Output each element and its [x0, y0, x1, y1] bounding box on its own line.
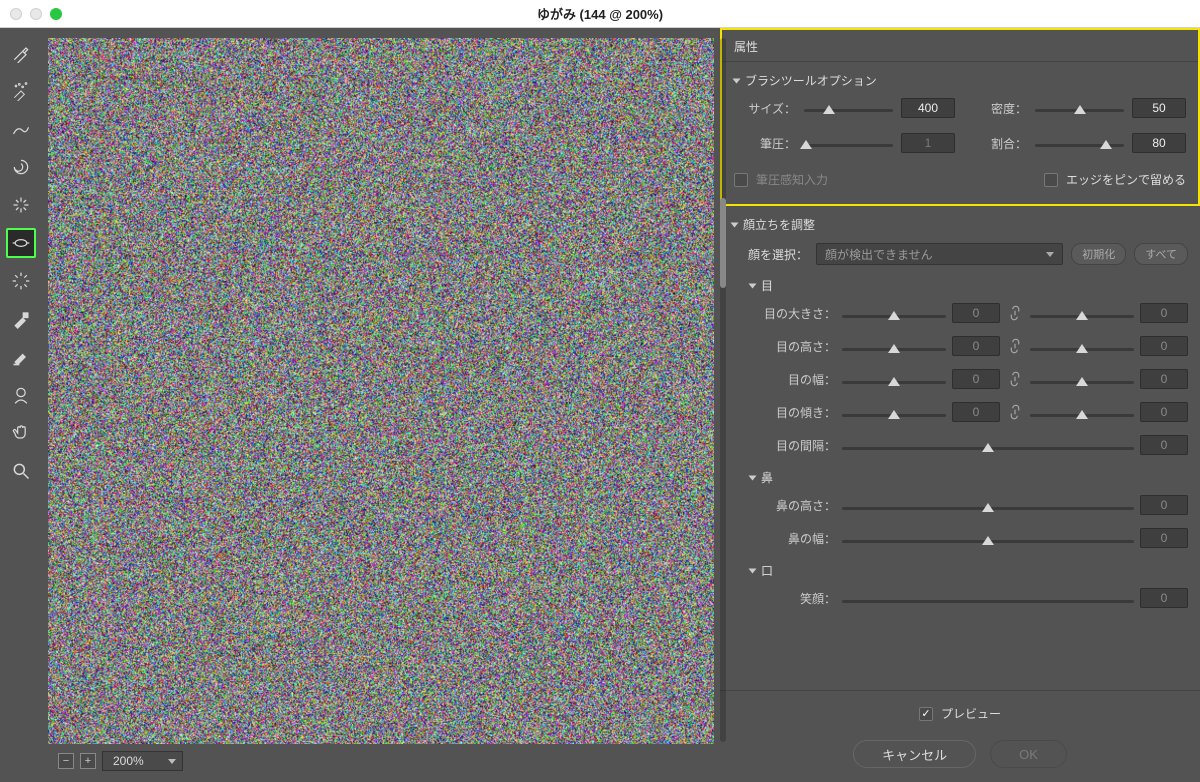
minimize-window-button[interactable]	[30, 8, 42, 20]
traffic-lights	[10, 8, 62, 20]
nose-width-slider[interactable]	[842, 530, 1134, 546]
nose-width-label: 鼻の幅：	[750, 530, 836, 547]
face-adjust-header[interactable]: 顔立ちを調整	[732, 212, 1188, 239]
eye-height-left-slider[interactable]	[842, 338, 946, 354]
nose-height-label: 鼻の高さ：	[750, 497, 836, 514]
eyes-header[interactable]: 目	[750, 273, 1188, 300]
zoom-in-button[interactable]: +	[80, 753, 96, 769]
link-icon[interactable]	[1006, 402, 1024, 422]
preview-row: プレビュー	[919, 701, 1001, 728]
eye-size-label: 目の大きさ：	[750, 305, 836, 322]
hand-tool-icon[interactable]	[6, 418, 36, 448]
zoom-tool-icon[interactable]	[6, 456, 36, 486]
face-select-dropdown[interactable]: 顔が検出できません	[816, 243, 1063, 265]
eye-width-right-slider[interactable]	[1030, 371, 1134, 387]
rate-input[interactable]: 80	[1132, 133, 1186, 153]
eye-width-left-input[interactable]: 0	[952, 369, 1000, 389]
reset-button[interactable]: 初期化	[1071, 243, 1126, 265]
canvas[interactable]	[48, 38, 714, 744]
link-icon[interactable]	[1006, 336, 1024, 356]
eye-tilt-left-input[interactable]: 0	[952, 402, 1000, 422]
eye-height-left-input[interactable]: 0	[952, 336, 1000, 356]
smile-label: 笑顔：	[750, 590, 836, 607]
preview-checkbox[interactable]	[919, 707, 933, 721]
eye-size-right-slider[interactable]	[1030, 305, 1134, 321]
thaw-mask-tool-icon[interactable]	[6, 342, 36, 372]
window-title: ゆがみ (144 @ 200%)	[537, 4, 663, 23]
eye-height-right-slider[interactable]	[1030, 338, 1134, 354]
pin-edges-checkbox[interactable]	[1044, 173, 1058, 187]
pressure-slider[interactable]	[804, 136, 893, 150]
size-slider[interactable]	[804, 101, 893, 115]
eye-tilt-label: 目の傾き：	[750, 404, 836, 421]
pin-edges-checkbox-row: エッジをピンで留める	[1044, 167, 1186, 194]
density-input[interactable]: 50	[1132, 98, 1186, 118]
push-left-tool-icon[interactable]	[6, 266, 36, 296]
panel-footer: プレビュー キャンセル OK	[720, 690, 1200, 782]
brush-options-highlight: 属性 ブラシツールオプション サイズ： 400 密度： 50	[720, 28, 1200, 206]
eye-height-right-input[interactable]: 0	[1140, 336, 1188, 356]
close-window-button[interactable]	[10, 8, 22, 20]
eye-size-right-input[interactable]: 0	[1140, 303, 1188, 323]
canvas-image	[48, 38, 714, 744]
stylus-checkbox[interactable]	[734, 173, 748, 187]
zoom-out-button[interactable]: −	[58, 753, 74, 769]
freeze-mask-tool-icon[interactable]	[6, 304, 36, 334]
eye-distance-input[interactable]: 0	[1140, 435, 1188, 455]
all-button[interactable]: すべて	[1134, 243, 1188, 265]
nose-width-input[interactable]: 0	[1140, 528, 1188, 548]
tool-column	[0, 28, 42, 782]
cancel-button[interactable]: キャンセル	[853, 740, 976, 768]
face-tool-icon[interactable]	[6, 380, 36, 410]
link-icon[interactable]	[1006, 369, 1024, 389]
titlebar: ゆがみ (144 @ 200%)	[0, 0, 1200, 28]
liquify-window: ゆがみ (144 @ 200%) − + 200%	[0, 0, 1200, 782]
pressure-label: 筆圧：	[734, 135, 796, 152]
stylus-checkbox-row: 筆圧感知入力	[734, 167, 828, 194]
forward-warp-tool-icon[interactable]	[6, 38, 36, 68]
properties-panel: 属性 ブラシツールオプション サイズ： 400 密度： 50	[720, 28, 1200, 782]
smile-slider[interactable]	[842, 590, 1134, 606]
nose-header[interactable]: 鼻	[750, 465, 1188, 492]
canvas-area: − + 200%	[42, 28, 720, 782]
eye-width-label: 目の幅：	[750, 371, 836, 388]
reconstruct-tool-icon[interactable]	[6, 76, 36, 106]
panel-title: 属性	[722, 30, 1198, 62]
bloat-tool-icon[interactable]	[6, 228, 36, 258]
nose-height-input[interactable]: 0	[1140, 495, 1188, 515]
eye-size-left-input[interactable]: 0	[952, 303, 1000, 323]
density-label: 密度：	[965, 100, 1027, 117]
pressure-input: 1	[901, 133, 955, 153]
zoom-select[interactable]: 200%	[102, 751, 183, 771]
canvas-scrollbar[interactable]	[720, 38, 726, 742]
ok-button: OK	[990, 740, 1067, 768]
link-icon[interactable]	[1006, 303, 1024, 323]
rate-slider[interactable]	[1035, 136, 1124, 150]
density-slider[interactable]	[1035, 101, 1124, 115]
face-select-label: 顔を選択：	[748, 246, 808, 263]
mouth-header[interactable]: 口	[750, 558, 1188, 585]
eye-tilt-left-slider[interactable]	[842, 404, 946, 420]
zoom-window-button[interactable]	[50, 8, 62, 20]
brush-options-header[interactable]: ブラシツールオプション	[734, 68, 1186, 95]
eye-distance-slider[interactable]	[842, 437, 1134, 453]
eye-width-left-slider[interactable]	[842, 371, 946, 387]
pucker-tool-icon[interactable]	[6, 190, 36, 220]
nose-height-slider[interactable]	[842, 497, 1134, 513]
eye-size-left-slider[interactable]	[842, 305, 946, 321]
eye-width-right-input[interactable]: 0	[1140, 369, 1188, 389]
size-input[interactable]: 400	[901, 98, 955, 118]
eye-height-label: 目の高さ：	[750, 338, 836, 355]
twirl-tool-icon[interactable]	[6, 152, 36, 182]
size-label: サイズ：	[734, 100, 796, 117]
eye-tilt-right-input[interactable]: 0	[1140, 402, 1188, 422]
eye-distance-label: 目の間隔：	[750, 437, 836, 454]
eye-tilt-right-slider[interactable]	[1030, 404, 1134, 420]
rate-label: 割合：	[965, 135, 1027, 152]
smooth-tool-icon[interactable]	[6, 114, 36, 144]
smile-input[interactable]: 0	[1140, 588, 1188, 608]
zoom-bar: − + 200%	[48, 744, 714, 774]
